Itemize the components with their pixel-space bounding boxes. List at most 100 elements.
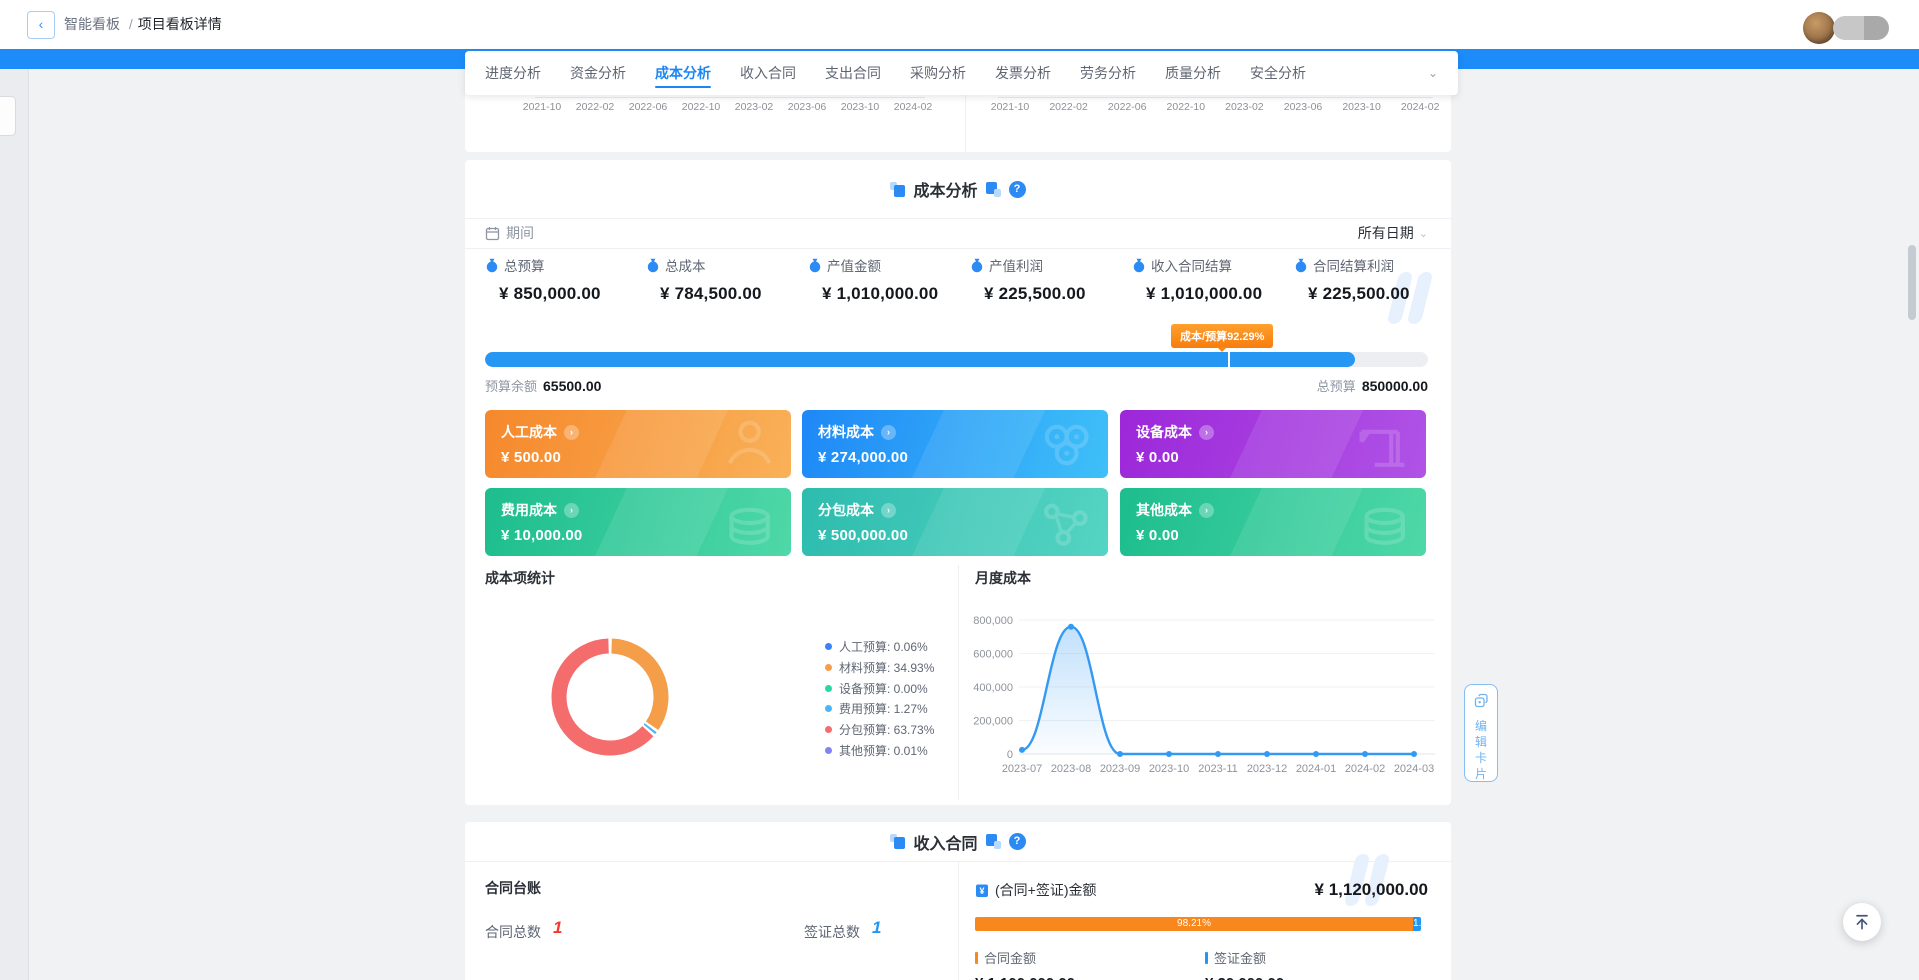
chevron-down-icon[interactable]: ⌄ (1419, 227, 1428, 240)
legend-item[interactable]: 分包预算: 63.73% (825, 721, 934, 738)
amount-value: ¥ 1,120,000.00 (1315, 880, 1428, 900)
tab-procurement[interactable]: 采购分析 (910, 51, 966, 95)
tab-labor[interactable]: 劳务分析 (1080, 51, 1136, 95)
money-bag-icon (1132, 258, 1146, 273)
money-bag-icon (485, 258, 499, 273)
contract-amount-legend: 合同金额 ¥ 1,100,000.00 (975, 948, 1075, 980)
tab-quality[interactable]: 质量分析 (1165, 51, 1221, 95)
y-tick-label: 400,000 (973, 682, 1013, 694)
chevron-right-icon: › (881, 503, 896, 518)
donut-segment (612, 646, 661, 726)
legend-item[interactable]: 其他预算: 0.01% (825, 742, 928, 759)
x-tick-label: 2023-02 (735, 101, 774, 113)
legend-item[interactable]: 人工预算: 0.06% (825, 638, 928, 655)
breadcrumb-root[interactable]: 智能看板 (64, 16, 120, 32)
help-icon[interactable]: ? (1009, 833, 1026, 850)
tab-invoice[interactable]: 发票分析 (995, 51, 1051, 95)
x-tick-label: 2021-10 (991, 101, 1030, 113)
cost-card-expense[interactable]: 费用成本›¥ 10,000.00 (485, 488, 791, 556)
money-bag-icon (808, 258, 822, 273)
visa-amount-bar-segment: 1.79% (1413, 917, 1421, 931)
cost-section-header: 成本分析 ? (465, 160, 1451, 219)
period-select[interactable]: 所有日期 (1358, 223, 1414, 243)
data-point (1411, 751, 1417, 757)
x-tick-label: 2023-06 (1284, 101, 1323, 113)
data-point (1068, 624, 1074, 630)
x-tick-label: 2023-09 (1100, 763, 1140, 775)
amount-label: (合同+签证)金额 (995, 880, 1097, 900)
x-tick-label: 2023-06 (788, 101, 827, 113)
help-icon[interactable]: ? (1009, 181, 1026, 198)
budget-remaining: 预算余额65500.00 (485, 376, 601, 395)
tab-cost[interactable]: 成本分析 (655, 51, 711, 95)
deco-squares-icon (890, 182, 905, 197)
legend-item[interactable]: 设备预算: 0.00% (825, 680, 928, 697)
tab-safety[interactable]: 安全分析 (1250, 51, 1306, 95)
visa-count-label: 签证总数 (804, 922, 860, 942)
x-tick-label: 2023-11 (1198, 763, 1238, 775)
cost-card-subcontract[interactable]: 分包成本›¥ 500,000.00 (802, 488, 1108, 556)
contract-count-value: 1 (553, 918, 562, 938)
analysis-tab-bar: 进度分析 资金分析 成本分析 收入合同 支出合同 采购分析 发票分析 劳务分析 … (465, 51, 1458, 95)
x-tick-label: 2022-06 (1108, 101, 1147, 113)
username-pill[interactable] (1833, 16, 1889, 40)
tab-funds[interactable]: 资金分析 (570, 51, 626, 95)
legend-text: 人工预算: 0.06% (839, 638, 928, 655)
x-tick-label: 2023-12 (1247, 763, 1287, 775)
legend-dot-icon (825, 664, 832, 671)
avatar[interactable] (1803, 12, 1835, 44)
edit-cards-icon (1473, 693, 1489, 709)
x-tick-label: 2022-02 (576, 101, 615, 113)
legend-text: 分包预算: 63.73% (839, 721, 934, 738)
chevron-down-icon[interactable]: ⌄ (1428, 66, 1438, 80)
tab-income-contract[interactable]: 收入合同 (740, 51, 796, 95)
x-tick-label: 2024-02 (894, 101, 933, 113)
cost-budget-ratio-badge: 成本/预算92.29% (1171, 324, 1273, 348)
tab-expense-contract[interactable]: 支出合同 (825, 51, 881, 95)
cost-card-material[interactable]: 材料成本›¥ 274,000.00 (802, 410, 1108, 478)
cost-section-title: 成本分析 (913, 177, 977, 201)
money-bag-icon (970, 258, 984, 273)
tab-progress[interactable]: 进度分析 (485, 51, 541, 95)
data-point (1019, 747, 1025, 753)
data-point (1215, 751, 1221, 757)
data-point (1166, 751, 1172, 757)
back-button[interactable]: ‹ (27, 11, 55, 39)
stat-settlement-profit: 合同结算利润¥ 225,500.00 (1294, 255, 1452, 304)
subpanel-divider (958, 565, 959, 800)
chevron-right-icon: › (1199, 503, 1214, 518)
cost-card-labor[interactable]: 人工成本›¥ 500.00 (485, 410, 791, 478)
legend-text: 材料预算: 34.93% (839, 659, 934, 676)
chevron-right-icon: › (1199, 425, 1214, 440)
sidebar-collapse-handle[interactable] (0, 96, 16, 136)
data-point (1313, 751, 1319, 757)
back-to-top-button[interactable] (1843, 903, 1881, 941)
income-section-header: 收入合同 ? (465, 822, 1451, 861)
area-fill (1022, 627, 1414, 754)
right-axis-line (998, 97, 1433, 98)
donut-segment (559, 646, 648, 748)
legend-item[interactable]: 费用预算: 1.27% (825, 700, 928, 717)
cost-card-equipment[interactable]: 设备成本›¥ 0.00 (1120, 410, 1426, 478)
contract-amount-bar-segment: 98.21% (975, 917, 1413, 931)
x-tick-label: 2023-07 (1002, 763, 1042, 775)
scrollbar-thumb[interactable] (1908, 245, 1916, 320)
edit-cards-button[interactable]: 编辑卡片 (1464, 684, 1498, 782)
cost-items-donut-chart (535, 622, 685, 772)
income-section-title: 收入合同 (913, 830, 977, 854)
arrow-up-to-line-icon (1852, 912, 1872, 932)
stat-output-profit: 产值利润¥ 225,500.00 (970, 255, 1128, 304)
contract-ledger-title: 合同台账 (485, 878, 541, 898)
legend-item[interactable]: 材料预算: 34.93% (825, 659, 934, 676)
contract-visa-stacked-bar: 98.21% 1.79% (975, 917, 1421, 931)
chevron-right-icon: › (564, 425, 579, 440)
donut-chart-title: 成本项统计 (485, 568, 555, 588)
deco-squares-icon (890, 834, 905, 849)
income-vertical-divider (958, 861, 959, 980)
amount-doc-icon: ¥ (975, 883, 989, 898)
contract-count-label: 合同总数 (485, 922, 541, 942)
x-tick-label: 2022-10 (1167, 101, 1206, 113)
cost-card-other[interactable]: 其他成本›¥ 0.00 (1120, 488, 1426, 556)
breadcrumb-separator: / (129, 16, 133, 32)
stat-total-cost: 总成本¥ 784,500.00 (646, 255, 804, 304)
